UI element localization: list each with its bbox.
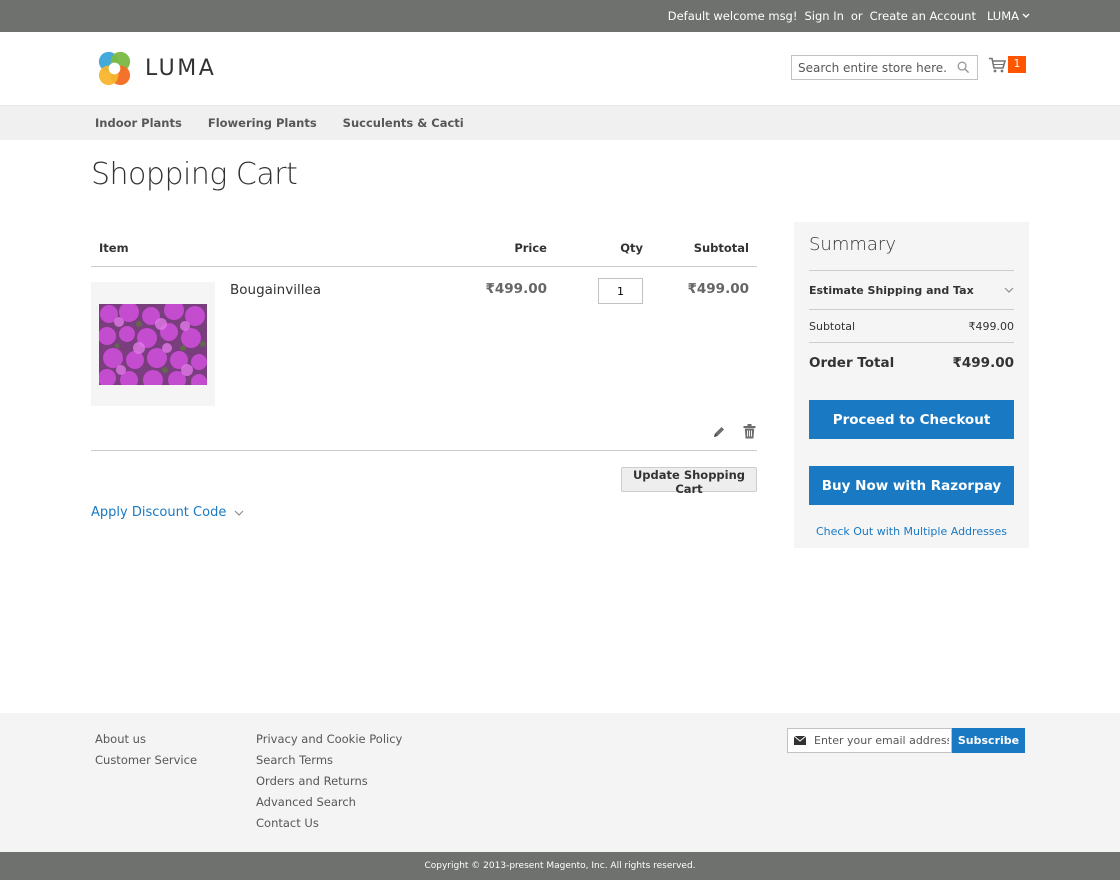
subtotal-value: ₹499.00: [968, 319, 1015, 333]
subtotal-label: Subtotal: [809, 319, 856, 333]
sign-in-link[interactable]: Sign In: [804, 9, 843, 23]
header: LUMA 1: [0, 32, 1120, 105]
nav-item-indoor-plants[interactable]: Indoor Plants: [95, 116, 182, 130]
top-panel: Default welcome msg! Sign In or Create a…: [0, 0, 1120, 32]
newsletter-field: [787, 728, 952, 753]
chevron-down-icon: [1022, 13, 1030, 18]
subscribe-button[interactable]: Subscribe: [952, 728, 1025, 753]
proceed-to-checkout-button[interactable]: Proceed to Checkout: [809, 400, 1014, 439]
welcome-message: Default welcome msg!: [667, 9, 798, 23]
header-subtotal: Subtotal: [693, 241, 749, 255]
bougainvillea-photo: [99, 303, 207, 385]
store-switcher-label: LUMA: [986, 9, 1019, 23]
product-image[interactable]: [91, 282, 215, 406]
luma-logo-icon: [98, 51, 131, 86]
header-price: Price: [514, 241, 547, 255]
cart-item-row: Bougainvillea ₹499.00 ₹499.00: [91, 267, 757, 451]
chevron-down-icon: [234, 510, 244, 516]
or-text: or: [850, 9, 863, 23]
estimate-shipping-toggle[interactable]: Estimate Shipping and Tax: [809, 270, 1014, 310]
cart-summary: Summary Estimate Shipping and Tax Subtot…: [794, 222, 1029, 548]
search-input[interactable]: [798, 60, 948, 75]
footer-link-orders-returns[interactable]: Orders and Returns: [256, 771, 402, 792]
multiple-addresses-link[interactable]: Check Out with Multiple Addresses: [809, 525, 1014, 538]
cart-table: Item Price Qty Subtotal Bougainvillea ₹4…: [91, 232, 757, 496]
summary-subtotal-row: Subtotal ₹499.00: [809, 310, 1014, 343]
footer-links-col1: About us Customer Service: [95, 729, 197, 771]
newsletter-form: Subscribe: [787, 728, 1025, 753]
page-title: Shopping Cart: [91, 157, 298, 192]
product-name[interactable]: Bougainvillea: [230, 282, 321, 298]
order-total-value: ₹499.00: [952, 355, 1015, 371]
apply-discount-label: Apply Discount Code: [91, 505, 227, 520]
product-price: ₹499.00: [485, 281, 548, 297]
qty-input[interactable]: [598, 278, 643, 304]
summary-total-row: Order Total ₹499.00: [809, 343, 1014, 383]
product-subtotal: ₹499.00: [687, 281, 750, 297]
footer: About us Customer Service Privacy and Co…: [0, 713, 1120, 852]
trash-icon[interactable]: [743, 424, 756, 439]
footer-link-about-us[interactable]: About us: [95, 729, 197, 750]
logo[interactable]: LUMA: [95, 49, 216, 88]
store-switcher[interactable]: LUMA: [987, 9, 1030, 23]
footer-links-col2: Privacy and Cookie Policy Search Terms O…: [256, 729, 402, 834]
nav-item-flowering-plants[interactable]: Flowering Plants: [208, 116, 317, 130]
estimate-shipping-label: Estimate Shipping and Tax: [809, 283, 974, 297]
copyright: Copyright © 2013-present Magento, Inc. A…: [0, 852, 1120, 880]
footer-link-advanced-search[interactable]: Advanced Search: [256, 792, 402, 813]
search-box: [791, 55, 978, 80]
summary-title: Summary: [809, 234, 896, 255]
create-account-link[interactable]: Create an Account: [870, 9, 976, 23]
chevron-down-icon: [1004, 287, 1014, 293]
footer-link-contact-us[interactable]: Contact Us: [256, 813, 402, 834]
cart-icon: [989, 57, 1006, 72]
footer-link-search-terms[interactable]: Search Terms: [256, 750, 402, 771]
search-icon[interactable]: [957, 61, 970, 74]
nav-item-succulents-cacti[interactable]: Succulents & Cacti: [343, 116, 464, 130]
minicart[interactable]: 1: [988, 56, 1026, 73]
envelope-icon: [794, 736, 806, 745]
footer-link-privacy[interactable]: Privacy and Cookie Policy: [256, 729, 402, 750]
logo-text: LUMA: [145, 56, 217, 81]
edit-icon[interactable]: [712, 425, 726, 439]
order-total-label: Order Total: [809, 355, 895, 371]
cart-table-header: Item Price Qty Subtotal: [91, 232, 757, 267]
header-qty: Qty: [620, 241, 643, 255]
category-nav: Indoor Plants Flowering Plants Succulent…: [0, 105, 1120, 140]
cart-count-badge: 1: [1008, 56, 1026, 73]
newsletter-email-input[interactable]: [814, 734, 949, 747]
razorpay-button[interactable]: Buy Now with Razorpay: [809, 466, 1014, 505]
apply-discount-toggle[interactable]: Apply Discount Code: [91, 505, 244, 520]
update-cart-button[interactable]: Update Shopping Cart: [621, 467, 757, 496]
header-item: Item: [99, 241, 129, 255]
footer-link-customer-service[interactable]: Customer Service: [95, 750, 197, 771]
